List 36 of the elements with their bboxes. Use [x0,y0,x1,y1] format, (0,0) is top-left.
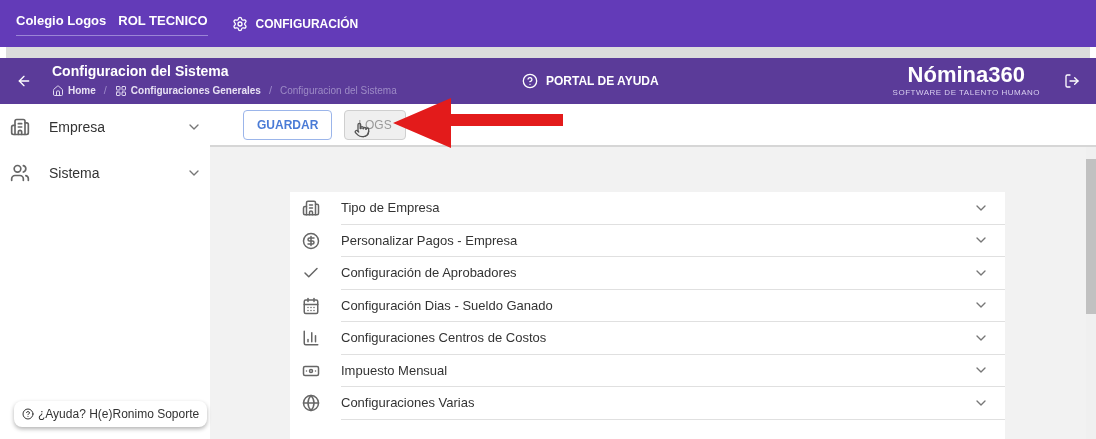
settings-section[interactable]: Configuración de Aprobadores [290,257,1005,290]
company-name[interactable]: Colegio Logos [16,11,107,31]
settings-section[interactable]: Configuraciones Centros de Costos [290,322,1005,355]
breadcrumb-separator: / [268,83,272,99]
sidebar-item[interactable]: Empresa [0,104,210,150]
settings-section[interactable]: Configuración Dias - Sueldo Ganado [290,289,1005,322]
calendar-icon [302,296,320,315]
help-link[interactable]: PORTAL DE AYUDA [546,72,659,90]
building-icon [302,199,320,218]
globe-icon [302,394,320,413]
logo-tagline: SOFTWARE DE TALENTO HUMANO [892,87,1040,99]
breadcrumb-link[interactable]: Configuraciones Generales [130,83,261,98]
logout-icon[interactable] [1064,73,1080,89]
chart-icon [302,329,320,348]
settings-section[interactable]: Configuraciones Varias [290,387,1005,420]
logo-wordmark: Nómina360 [907,63,1025,87]
settings-section[interactable]: Personalizar Pagos - Empresa [290,224,1005,257]
breadcrumb-separator: / [103,83,107,99]
settings-section[interactable]: Impuesto Mensual [290,354,1005,387]
menu-link[interactable]: CONFIGURACIÓN [255,14,359,33]
settings-icon[interactable] [231,15,248,32]
horizontal-scrollbar[interactable] [6,47,1090,58]
home-icon [52,84,64,97]
breadcrumb-link[interactable]: Home [68,83,96,98]
grid-icon [114,84,127,97]
help-icon[interactable] [522,73,538,89]
people-icon [10,163,30,183]
help-icon [22,408,34,420]
role-name: ROL TECNICO [118,12,208,31]
sidebar-item[interactable]: Sistema [0,150,210,196]
page-title: Configuracion del Sistema [52,63,230,80]
save-button[interactable]: GUARDAR [243,109,333,140]
dollar-icon [302,231,320,250]
settings-section[interactable]: Tipo de Empresa [290,192,1005,225]
help-chip[interactable]: ¿Ayuda? H(e)Ronimo Soporte [14,401,208,427]
building-icon [10,117,30,137]
